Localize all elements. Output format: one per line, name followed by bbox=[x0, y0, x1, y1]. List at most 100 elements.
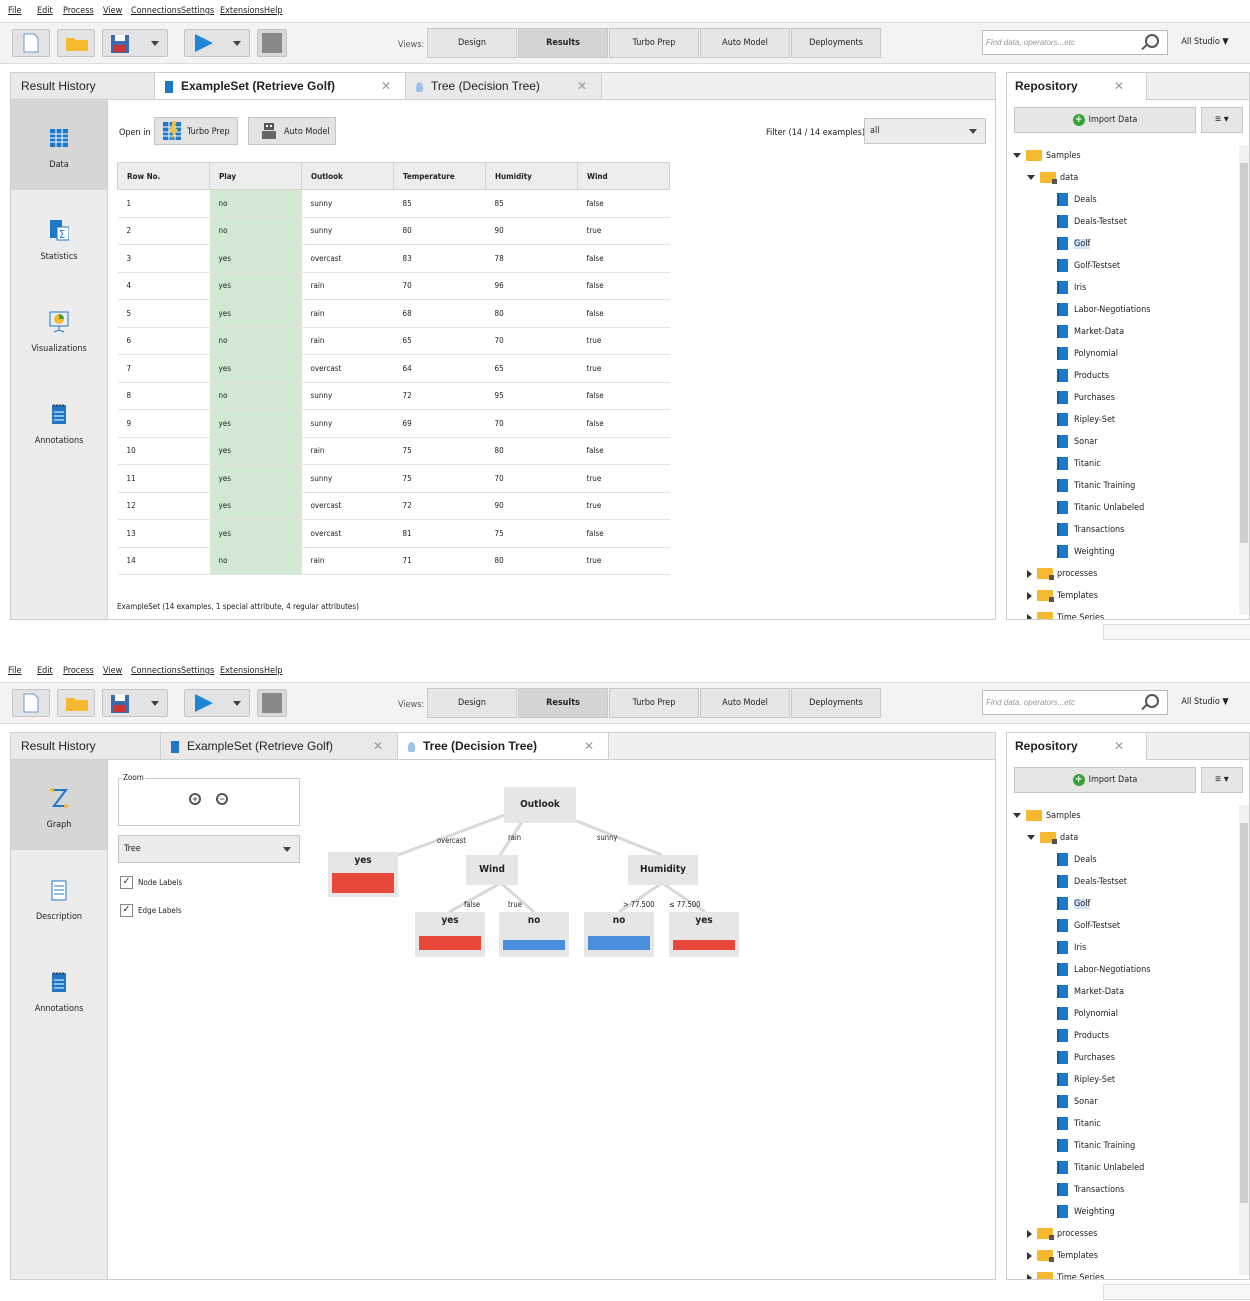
close-icon[interactable]: ✕ bbox=[584, 733, 594, 759]
tree-item-dataset[interactable]: Products bbox=[1057, 1025, 1109, 1047]
menu-connections[interactable]: Connections bbox=[131, 6, 181, 16]
tree-folder[interactable]: processes bbox=[1027, 1223, 1097, 1245]
column-header[interactable]: Wind bbox=[577, 162, 670, 190]
view-results[interactable]: Results bbox=[518, 28, 608, 58]
import-data-button[interactable]: + Import Data bbox=[1014, 107, 1196, 133]
turbo-prep-button[interactable]: Turbo Prep bbox=[154, 117, 238, 145]
close-icon[interactable]: ✕ bbox=[1114, 733, 1124, 759]
new-process-button[interactable] bbox=[12, 29, 50, 57]
tree-item-dataset[interactable]: Iris bbox=[1057, 277, 1086, 299]
tree-item-dataset[interactable]: Sonar bbox=[1057, 1091, 1098, 1113]
chevron-down-icon[interactable] bbox=[151, 41, 159, 46]
table-row[interactable]: 6 no rain 65 70 true bbox=[117, 327, 670, 355]
table-row[interactable]: 7 yes overcast 64 65 true bbox=[117, 354, 670, 383]
menu-edit[interactable]: Edit bbox=[37, 666, 53, 676]
menu-connections[interactable]: Connections bbox=[131, 666, 181, 676]
menu-view[interactable]: View bbox=[103, 666, 122, 676]
chevron-right-icon[interactable] bbox=[1027, 569, 1032, 578]
all-studio-dropdown[interactable]: All Studio ▼ bbox=[1172, 690, 1238, 715]
tree-item-dataset[interactable]: Market-Data bbox=[1057, 321, 1124, 343]
view-deployments[interactable]: Deployments bbox=[791, 28, 881, 58]
repository-menu-button[interactable]: ≡ ▾ bbox=[1201, 767, 1243, 793]
table-row[interactable]: 11 yes sunny 75 70 true bbox=[117, 464, 670, 493]
tree-item-dataset[interactable]: Titanic Training bbox=[1057, 1135, 1135, 1157]
scrollbar-thumb[interactable] bbox=[1240, 163, 1248, 543]
chevron-right-icon[interactable] bbox=[1027, 1229, 1032, 1238]
new-process-button[interactable] bbox=[12, 689, 50, 717]
tab-decision-tree[interactable]: Tree (Decision Tree) ✕ bbox=[398, 733, 609, 759]
view-deployments[interactable]: Deployments bbox=[791, 688, 881, 718]
view-design[interactable]: Design bbox=[427, 28, 517, 58]
tree-item-dataset[interactable]: Golf bbox=[1057, 233, 1091, 255]
menu-extensions[interactable]: Extensions bbox=[220, 6, 264, 16]
menu-file[interactable]: File bbox=[8, 6, 22, 16]
tree-item-dataset[interactable]: Polynomial bbox=[1057, 343, 1118, 365]
chevron-down-icon[interactable] bbox=[1027, 175, 1035, 180]
nav-graph[interactable]: Graph bbox=[11, 760, 107, 850]
tree-item-dataset[interactable]: Titanic Unlabeled bbox=[1057, 497, 1144, 519]
tree-folder[interactable]: processes bbox=[1027, 563, 1097, 585]
menu-file[interactable]: File bbox=[8, 666, 22, 676]
view-design[interactable]: Design bbox=[427, 688, 517, 718]
table-row[interactable]: 4 yes rain 70 96 false bbox=[117, 272, 670, 300]
tree-item-dataset[interactable]: Titanic bbox=[1057, 453, 1101, 475]
column-header[interactable]: Outlook bbox=[301, 162, 394, 190]
all-studio-dropdown[interactable]: All Studio ▼ bbox=[1172, 30, 1238, 55]
tree-item-dataset[interactable]: Ripley-Set bbox=[1057, 1069, 1115, 1091]
menu-process[interactable]: Process bbox=[63, 666, 94, 676]
open-process-button[interactable] bbox=[57, 689, 95, 717]
nav-data[interactable]: Data bbox=[11, 100, 107, 190]
nav-statistics[interactable]: Σ Statistics bbox=[11, 192, 107, 282]
tab-exampleset[interactable]: ExampleSet (Retrieve Golf) ✕ bbox=[161, 733, 398, 759]
search-icon[interactable] bbox=[1145, 694, 1159, 708]
tab-result-history[interactable]: Result History bbox=[11, 733, 161, 759]
column-header[interactable]: Temperature bbox=[393, 162, 486, 190]
tree-folder-data[interactable]: data bbox=[1027, 827, 1078, 849]
nav-description[interactable]: Description bbox=[11, 852, 107, 942]
tree-item-dataset[interactable]: Titanic bbox=[1057, 1113, 1101, 1135]
tab-decision-tree[interactable]: Tree (Decision Tree) ✕ bbox=[406, 73, 602, 99]
chevron-down-icon[interactable] bbox=[1013, 153, 1021, 158]
nav-visualizations[interactable]: Visualizations bbox=[11, 284, 107, 374]
tree-folder[interactable]: Templates bbox=[1027, 585, 1098, 607]
tree-item-dataset[interactable]: Deals-Testset bbox=[1057, 211, 1127, 233]
tree-folder-data[interactable]: data bbox=[1027, 167, 1078, 189]
repository-menu-button[interactable]: ≡ ▾ bbox=[1201, 107, 1243, 133]
tree-item-dataset[interactable]: Weighting bbox=[1057, 1201, 1115, 1223]
chevron-right-icon[interactable] bbox=[1027, 1251, 1032, 1260]
menu-settings[interactable]: Settings bbox=[181, 666, 214, 676]
close-icon[interactable]: ✕ bbox=[381, 73, 391, 99]
tree-item-dataset[interactable]: Titanic Training bbox=[1057, 475, 1135, 497]
tree-leaf-yes[interactable]: yes bbox=[415, 912, 485, 957]
table-row[interactable]: 3 yes overcast 83 78 false bbox=[117, 244, 670, 273]
tree-node-wind[interactable]: Wind bbox=[466, 855, 518, 885]
tree-item-dataset[interactable]: Purchases bbox=[1057, 387, 1115, 409]
run-process-button[interactable] bbox=[184, 689, 250, 717]
column-header[interactable]: Play bbox=[209, 162, 302, 190]
tree-leaf-yes[interactable]: yes bbox=[669, 912, 739, 957]
table-row[interactable]: 2 no sunny 80 90 true bbox=[117, 217, 670, 245]
view-turbo-prep[interactable]: Turbo Prep bbox=[609, 28, 699, 58]
tree-item-dataset[interactable]: Titanic Unlabeled bbox=[1057, 1157, 1144, 1179]
stop-process-button[interactable] bbox=[257, 689, 287, 717]
chevron-down-icon[interactable] bbox=[151, 701, 159, 706]
close-icon[interactable]: ✕ bbox=[373, 733, 383, 759]
view-auto-model[interactable]: Auto Model bbox=[700, 28, 790, 58]
table-row[interactable]: 10 yes rain 75 80 false bbox=[117, 437, 670, 465]
stop-process-button[interactable] bbox=[257, 29, 287, 57]
nav-annotations[interactable]: Annotations bbox=[11, 376, 107, 466]
chevron-right-icon[interactable] bbox=[1027, 613, 1032, 619]
tree-item-dataset[interactable]: Deals bbox=[1057, 849, 1097, 871]
search-input[interactable]: Find data, operators...etc bbox=[982, 30, 1168, 55]
tree-item-dataset[interactable]: Products bbox=[1057, 365, 1109, 387]
menu-process[interactable]: Process bbox=[63, 6, 94, 16]
scrollbar-thumb[interactable] bbox=[1240, 823, 1248, 1203]
tree-item-dataset[interactable]: Iris bbox=[1057, 937, 1086, 959]
table-row[interactable]: 14 no rain 71 80 true bbox=[117, 547, 670, 575]
tree-item-dataset[interactable]: Deals-Testset bbox=[1057, 871, 1127, 893]
tree-item-dataset[interactable]: Polynomial bbox=[1057, 1003, 1118, 1025]
tree-folder-samples[interactable]: Samples bbox=[1013, 145, 1081, 167]
chevron-right-icon[interactable] bbox=[1027, 1273, 1032, 1279]
view-auto-model[interactable]: Auto Model bbox=[700, 688, 790, 718]
table-row[interactable]: 8 no sunny 72 95 false bbox=[117, 382, 670, 410]
